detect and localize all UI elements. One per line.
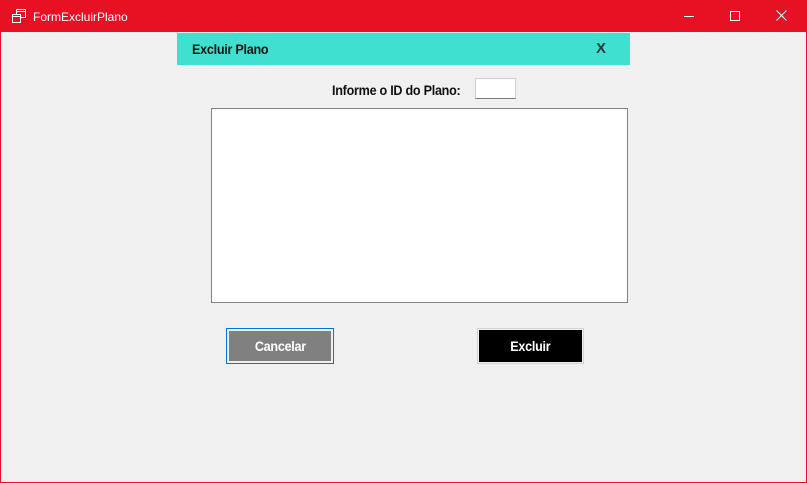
maximize-button[interactable] — [712, 1, 758, 32]
cancel-button-face: Cancelar — [229, 331, 331, 361]
window-title: FormExcluirPlano — [33, 10, 128, 24]
window-close-button[interactable] — [758, 1, 804, 32]
app-window-icon — [12, 9, 26, 23]
form-header-bar: Excluir Plano X — [177, 33, 630, 65]
plan-id-input[interactable] — [475, 78, 516, 99]
cancel-button[interactable]: Cancelar — [226, 328, 334, 364]
plan-id-label: Informe o ID do Plano: — [332, 82, 461, 98]
plan-details-box[interactable] — [211, 108, 628, 303]
cancel-button-label: Cancelar — [254, 338, 306, 354]
header-close-button[interactable]: X — [596, 40, 606, 57]
delete-button-label: Excluir — [510, 338, 551, 354]
minimize-button[interactable] — [666, 1, 712, 32]
form-header-title: Excluir Plano — [192, 41, 269, 57]
minimize-icon — [684, 8, 694, 26]
close-icon — [775, 8, 787, 26]
window-titlebar[interactable]: FormExcluirPlano — [1, 1, 806, 32]
maximize-icon — [730, 8, 740, 26]
form-excluir-plano-window: FormExcluirPlano Excluir Plano X Informe… — [0, 0, 807, 483]
delete-button[interactable]: Excluir — [477, 328, 584, 364]
